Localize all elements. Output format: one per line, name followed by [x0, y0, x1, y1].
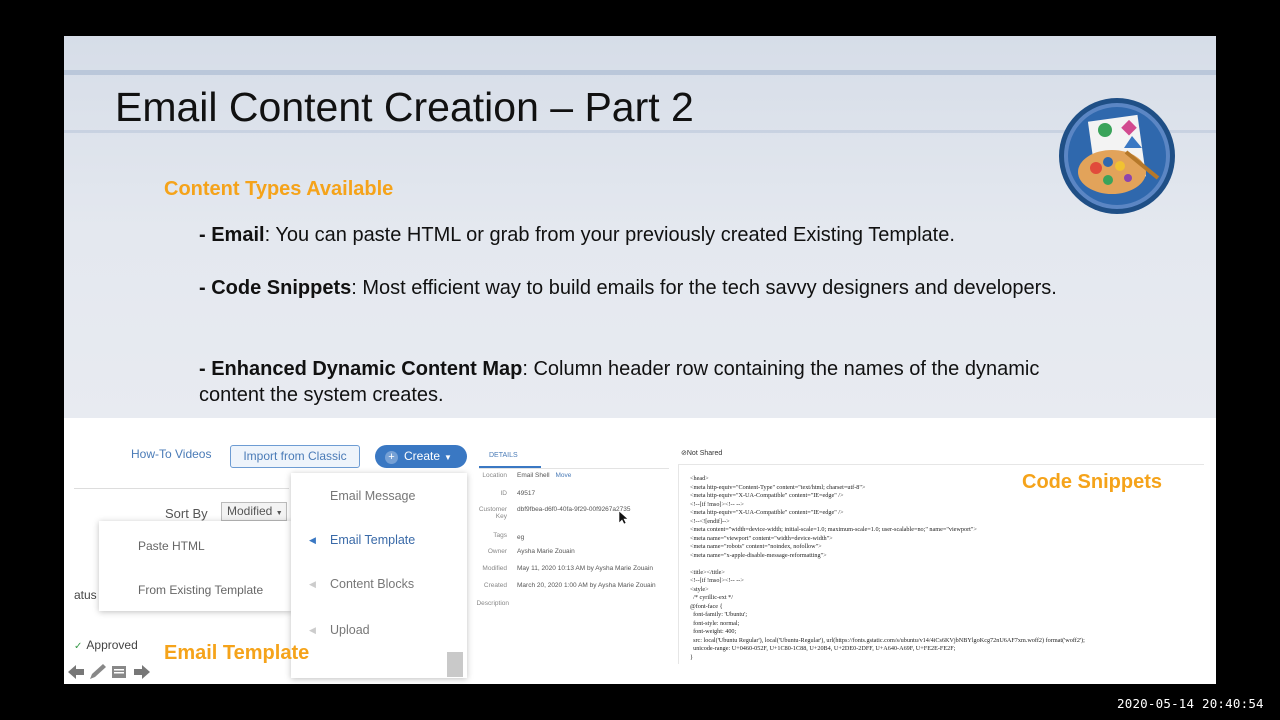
- create-button-label: Create: [404, 449, 441, 463]
- content-blocks-menu-item[interactable]: Content Blocks: [330, 577, 414, 591]
- create-menu: Email Message ◀ Email Template ◀ Content…: [291, 473, 467, 678]
- caret-left-icon: ◀: [309, 625, 316, 635]
- previous-arrow-icon[interactable]: [68, 665, 84, 679]
- screenshots-panel: How-To Videos Import from Classic + Creat…: [64, 418, 1216, 684]
- next-arrow-icon[interactable]: [134, 665, 150, 679]
- paste-html-menu-item[interactable]: Paste HTML: [138, 539, 205, 553]
- import-from-classic-button[interactable]: Import from Classic: [230, 445, 360, 468]
- header-stripe: [64, 70, 1216, 75]
- pen-icon[interactable]: [90, 664, 106, 679]
- upload-menu-item[interactable]: Upload: [330, 623, 370, 637]
- divider: [479, 468, 669, 469]
- details-tab[interactable]: DETAILS: [489, 452, 518, 459]
- content-types-heading: Content Types Available: [164, 178, 394, 200]
- approved-status: ✓ Approved: [74, 638, 138, 652]
- bullet-email: - Email: You can paste HTML or grab from…: [199, 222, 1079, 248]
- create-button[interactable]: + Create ▼: [375, 445, 467, 468]
- menu-icon[interactable]: [112, 666, 126, 678]
- mouse-cursor-icon: [619, 511, 629, 525]
- sharing-status: ⊘Not Shared: [681, 449, 722, 457]
- details-value: March 20, 2020 1:00 AM by Aysha Marie Zo…: [517, 582, 656, 589]
- details-value: eg: [517, 534, 525, 541]
- scrollbar[interactable]: [447, 652, 463, 677]
- details-key: Description: [476, 600, 509, 607]
- bullet-code-snippets: - Code Snippets: Most efficient way to b…: [199, 275, 1079, 301]
- details-key: Location: [482, 472, 507, 479]
- bullet-term: Enhanced Dynamic Content Map: [211, 358, 523, 380]
- caret-left-icon: ◀: [309, 579, 316, 589]
- bullet-text: : You can paste HTML or grab from your p…: [264, 224, 955, 246]
- bullet-prefix: -: [199, 224, 212, 246]
- details-key: Customer Key: [478, 506, 507, 520]
- sort-select[interactable]: Modified ▼: [221, 502, 287, 521]
- details-panel: DETAILS Location Email Shell Move ID 4951…: [473, 448, 673, 684]
- details-value: dbf9fbea-d6f0-40fa-9f29-00f9267a2735: [517, 506, 631, 513]
- email-template-caption: Email Template: [164, 642, 310, 664]
- details-value: May 11, 2020 10:13 AM by Aysha Marie Zou…: [517, 565, 653, 572]
- bullet-dynamic-content: - Enhanced Dynamic Content Map: Column h…: [199, 356, 1079, 408]
- details-value: 49517: [517, 490, 536, 497]
- palette-icon: [1059, 98, 1175, 214]
- details-value: Email Shell Move: [517, 472, 667, 479]
- caret-down-icon: ▼: [275, 510, 283, 517]
- email-message-menu-item[interactable]: Email Message: [330, 489, 415, 503]
- email-submenu: Paste HTML From Existing Template: [99, 521, 292, 611]
- details-key: Created: [483, 582, 507, 589]
- from-existing-template-menu-item[interactable]: From Existing Template: [138, 583, 263, 597]
- details-key: Owner: [487, 548, 507, 555]
- presentation-slide: Email Content Creation – Part 2 Content …: [64, 36, 1216, 684]
- bullet-prefix: -: [199, 277, 212, 299]
- presentation-nav-controls: [68, 664, 150, 679]
- recording-timestamp: 2020-05-14 20:40:54: [1117, 696, 1264, 711]
- location-value: Email Shell: [517, 472, 550, 479]
- howto-videos-link[interactable]: How-To Videos: [131, 447, 211, 461]
- move-link[interactable]: Move: [556, 472, 572, 479]
- code-content[interactable]: <head> <meta http-equiv="Content-Type" c…: [690, 475, 1190, 663]
- bullet-term: Code Snippets: [211, 277, 352, 299]
- sharing-status-label: Not Shared: [686, 450, 723, 457]
- details-value: Aysha Marie Zouain: [517, 548, 575, 555]
- details-key: Modified: [482, 565, 507, 572]
- caret-down-icon: ▼: [444, 453, 452, 462]
- details-key: ID: [500, 490, 508, 497]
- code-editor[interactable]: <head> <meta http-equiv="Content-Type" c…: [678, 464, 1204, 664]
- divider: [74, 488, 289, 489]
- slide-title: Email Content Creation – Part 2: [115, 84, 694, 130]
- status-column-label: atus: [74, 588, 97, 602]
- email-template-menu-item[interactable]: Email Template: [330, 533, 415, 547]
- details-key: Tags: [493, 532, 507, 539]
- bullet-prefix: -: [199, 358, 212, 380]
- approved-label: Approved: [86, 638, 138, 652]
- code-snippets-caption: Code Snippets: [1022, 471, 1163, 493]
- sort-by-label: Sort By: [165, 506, 208, 521]
- plus-icon: +: [385, 451, 398, 464]
- check-icon: ✓: [74, 641, 83, 652]
- sort-select-value: Modified: [227, 504, 273, 518]
- bullet-text: : Most efficient way to build emails for…: [351, 277, 1057, 299]
- caret-left-icon: ◀: [309, 535, 316, 545]
- bullet-term: Email: [211, 224, 265, 246]
